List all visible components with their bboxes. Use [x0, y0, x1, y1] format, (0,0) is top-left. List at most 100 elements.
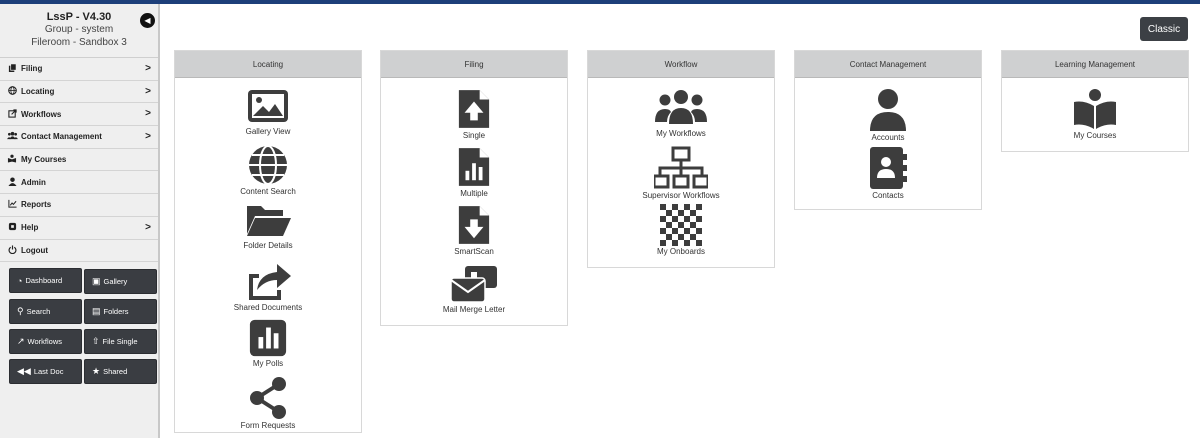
- chevron-right-icon: >: [145, 85, 151, 97]
- app-title: LssP - V4.30: [46, 11, 112, 23]
- globe-icon: [7, 86, 17, 97]
- quick-link-label: Gallery: [103, 276, 128, 286]
- group-icon: [655, 90, 707, 124]
- tile-shared-documents[interactable]: Shared Documents: [175, 260, 361, 318]
- tile-my-onboards[interactable]: My Onboards: [588, 204, 774, 262]
- courses-icon: [7, 154, 17, 165]
- tile-accounts[interactable]: Accounts: [795, 88, 981, 146]
- sidebar-item-contact-management[interactable]: Contact Management >: [0, 126, 158, 149]
- sidebar: LssP - V4.30 Group - system Fileroom - S…: [0, 4, 160, 438]
- sidebar-item-label: Reports: [21, 200, 52, 210]
- share-arrow-icon: [249, 264, 291, 300]
- book-reader-icon: [1074, 89, 1116, 129]
- tile-single[interactable]: Single: [381, 88, 567, 146]
- tile-label: My Polls: [252, 359, 284, 368]
- globe-icon: [249, 145, 287, 185]
- tile-form-requests[interactable]: Form Requests: [175, 376, 361, 432]
- share-nodes-icon: [250, 377, 286, 419]
- quick-search-button[interactable]: ⚲ Search: [9, 298, 82, 324]
- collapse-sidebar-button[interactable]: ◀: [140, 13, 155, 28]
- quick-file-single-button[interactable]: ⇧ File Single: [84, 328, 157, 354]
- tile-gallery-view[interactable]: Gallery View: [175, 88, 361, 144]
- tile-folder-details[interactable]: Folder Details: [175, 202, 361, 260]
- sidebar-item-label: Contact Management: [21, 132, 102, 142]
- user-icon: [870, 89, 906, 131]
- tile-label: SmartScan: [454, 247, 494, 256]
- sidebar-item-label: My Courses: [21, 155, 67, 165]
- quick-dashboard-button[interactable]: ◔ Dashboard: [9, 268, 82, 294]
- rewind-icon: ◀◀: [17, 365, 31, 376]
- sidebar-item-help[interactable]: Help >: [0, 217, 158, 240]
- file-download-icon: [458, 206, 490, 244]
- sidebar-item-workflows[interactable]: Workflows >: [0, 103, 158, 127]
- quick-last-doc-button[interactable]: ◀◀ Last Doc: [9, 358, 82, 384]
- tile-label: Accounts: [871, 133, 905, 142]
- tile-label: Gallery View: [245, 127, 291, 136]
- dashboard-icon: ◔: [17, 275, 23, 286]
- chevron-right-icon: >: [145, 108, 151, 120]
- quick-workflows-button[interactable]: ↗ Workflows: [9, 328, 82, 354]
- sidebar-item-filing[interactable]: Filing >: [0, 58, 158, 81]
- power-icon: [7, 245, 17, 256]
- poll-icon: [249, 319, 287, 357]
- quick-link-label: Dashboard: [25, 276, 63, 286]
- classic-view-button[interactable]: Classic: [1140, 17, 1188, 41]
- group-label: Group - system: [44, 24, 114, 35]
- tile-multiple[interactable]: Multiple: [381, 146, 567, 204]
- sidebar-item-reports[interactable]: Reports: [0, 194, 158, 217]
- tile-label: Folder Details: [243, 241, 293, 250]
- tile-content-search[interactable]: Content Search: [175, 144, 361, 202]
- chart-icon: [7, 199, 17, 210]
- star-icon: ★: [92, 365, 101, 376]
- file-upload-icon: [458, 90, 490, 128]
- tile-label: Single: [462, 131, 486, 140]
- panel-learning-management: Learning Management My Courses: [1001, 50, 1189, 152]
- top-accent-bar: [0, 0, 1200, 4]
- quick-link-label: File Single: [102, 336, 138, 346]
- user-icon: [7, 177, 17, 188]
- brand-header: LssP - V4.30 Group - system Fileroom - S…: [0, 4, 158, 58]
- image-icon: [248, 90, 288, 122]
- panel-workflow: Workflow My Workflows Supervisor Workflo…: [587, 50, 775, 268]
- sidebar-item-label: Filing: [21, 64, 43, 74]
- chevron-right-icon: >: [145, 63, 151, 74]
- quick-link-label: Search: [26, 306, 51, 316]
- sidebar-item-my-courses[interactable]: My Courses: [0, 149, 158, 172]
- tile-label: My Onboards: [656, 247, 706, 256]
- quick-link-label: Last Doc: [33, 366, 64, 376]
- users-icon: [7, 131, 18, 142]
- upload-icon: ⇧: [92, 335, 100, 346]
- tile-smartscan[interactable]: SmartScan: [381, 204, 567, 262]
- folder-open-icon: [247, 206, 291, 236]
- tile-my-polls[interactable]: My Polls: [175, 318, 361, 376]
- sitemap-icon: [654, 146, 708, 189]
- quick-gallery-button[interactable]: ▣ Gallery: [84, 268, 157, 294]
- folders-icon: ▤: [92, 305, 101, 316]
- tile-label: Supervisor Workflows: [642, 191, 720, 200]
- sidebar-item-locating[interactable]: Locating >: [0, 81, 158, 104]
- tile-label: Content Search: [240, 187, 296, 196]
- panel-filing: Filing Single Multiple SmartScan Mail Me…: [380, 50, 568, 326]
- quick-link-label: Workflows: [27, 336, 62, 346]
- chevron-right-icon: >: [145, 131, 151, 143]
- mail-merge-icon: [450, 266, 497, 303]
- tile-label: Mail Merge Letter: [442, 305, 506, 314]
- quick-folders-button[interactable]: ▤ Folders: [84, 298, 157, 324]
- tile-my-courses[interactable]: My Courses: [1002, 88, 1188, 146]
- panel-title: Learning Management: [1002, 51, 1188, 78]
- tile-contacts[interactable]: Contacts: [795, 146, 981, 204]
- sidebar-item-label: Locating: [21, 87, 55, 97]
- tile-label: My Workflows: [656, 129, 706, 138]
- tile-supervisor-workflows[interactable]: Supervisor Workflows: [588, 146, 774, 204]
- gallery-icon: ▣: [92, 275, 101, 286]
- checker-icon: [660, 204, 702, 246]
- sidebar-item-logout[interactable]: Logout: [0, 240, 158, 263]
- tile-my-workflows[interactable]: My Workflows: [588, 88, 774, 146]
- quick-shared-button[interactable]: ★ Shared: [84, 358, 157, 384]
- sidebar-item-admin[interactable]: Admin: [0, 171, 158, 195]
- file-chart-icon: [458, 148, 490, 186]
- quick-link-label: Shared: [103, 366, 128, 376]
- fileroom-label: Fileroom - Sandbox 3: [31, 37, 127, 48]
- panel-title: Contact Management: [795, 51, 981, 78]
- tile-mail-merge-letter[interactable]: Mail Merge Letter: [381, 262, 567, 320]
